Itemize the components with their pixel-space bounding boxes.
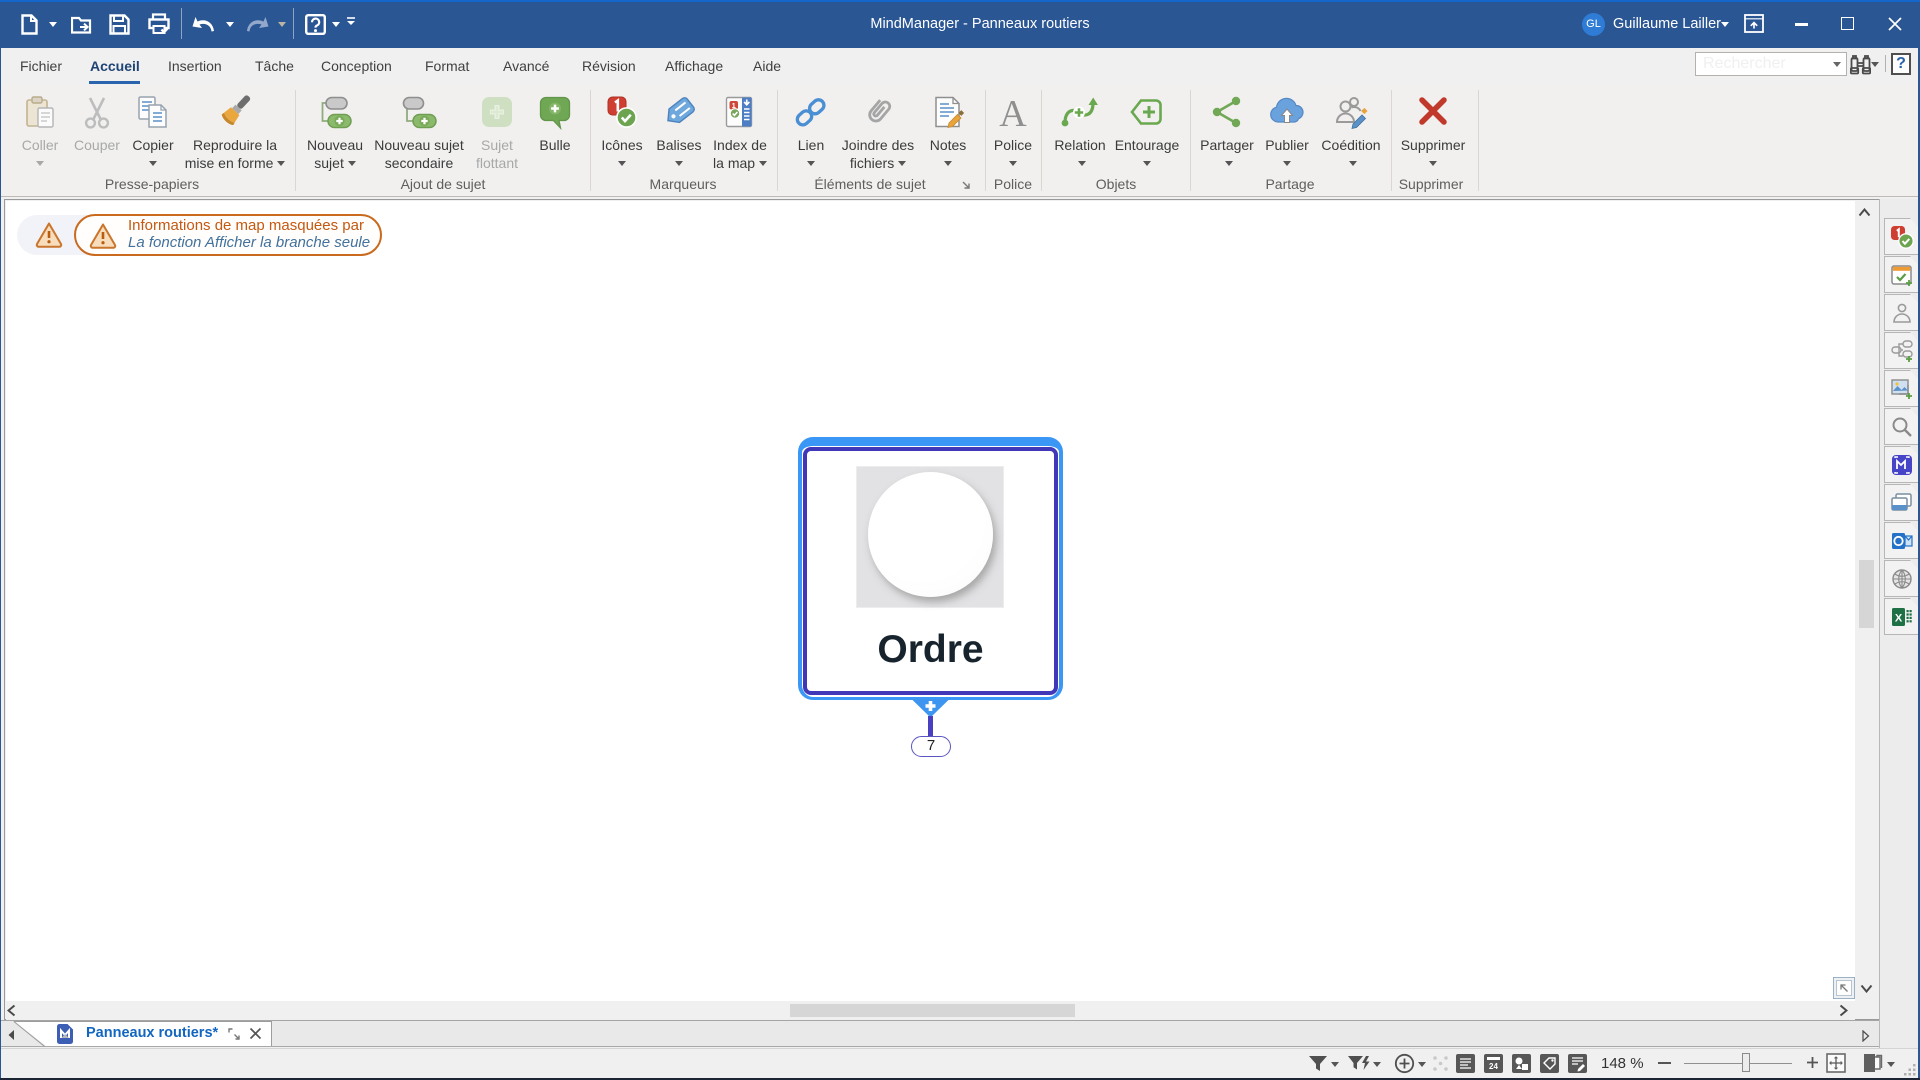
svg-text:X: X xyxy=(1895,612,1903,624)
svg-text:24: 24 xyxy=(1489,1062,1498,1071)
svg-text:A: A xyxy=(999,95,1027,132)
